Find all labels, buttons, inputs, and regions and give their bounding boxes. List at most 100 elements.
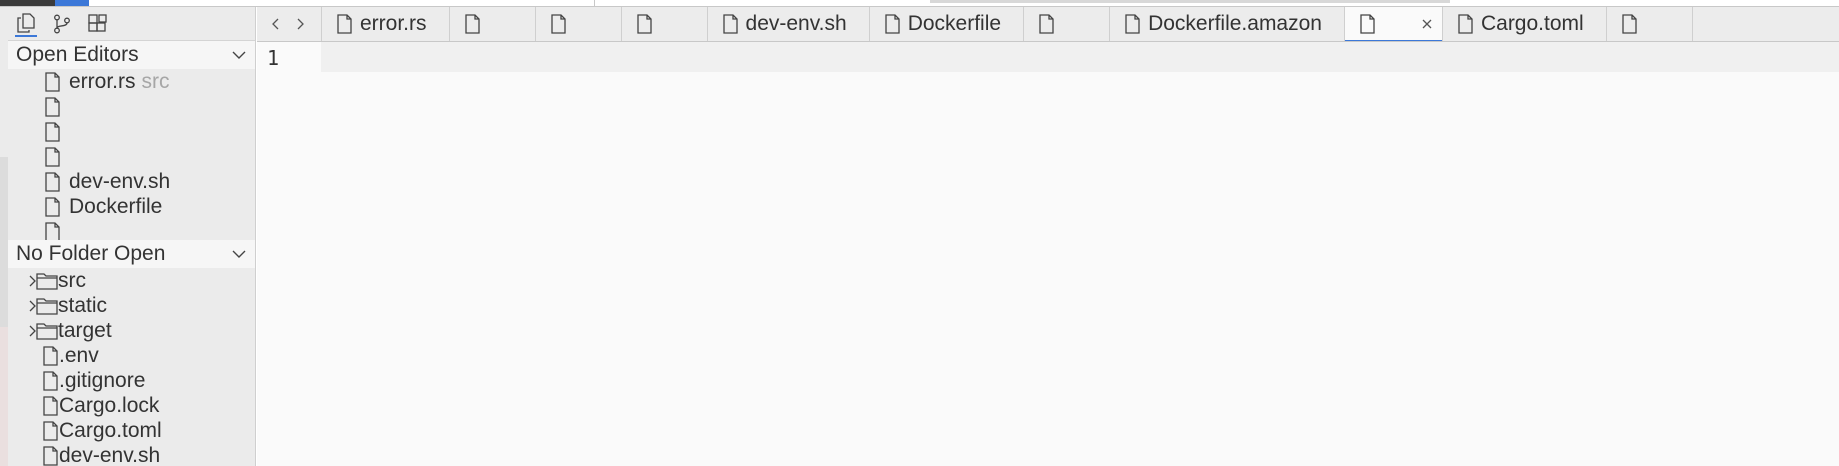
open-editor-item[interactable] [8, 144, 255, 169]
file-icon [45, 221, 60, 240]
tab-bar: error.rs dev-env.sh Dockerfile Dockerfil… [257, 7, 1839, 42]
tree-item-label: .env [59, 343, 99, 367]
tab-navigation [257, 7, 322, 41]
editor-area: error.rs dev-env.sh Dockerfile Dockerfil… [257, 7, 1839, 466]
file-icon [337, 14, 352, 34]
top-strip-separator [594, 0, 595, 6]
source-control-button[interactable] [51, 11, 73, 37]
open-editor-name: error.rs [69, 69, 136, 93]
tab-dockerfile-amazon[interactable]: Dockerfile.amazon [1110, 7, 1345, 41]
file-icon [1125, 14, 1140, 34]
explorer-icon [17, 12, 35, 33]
file-icon [636, 14, 652, 34]
tree-file-gitignore[interactable]: .gitignore [8, 368, 255, 393]
tab-untitled[interactable] [621, 7, 708, 41]
chevron-down-icon [232, 250, 246, 258]
open-editor-hint: src [141, 69, 170, 93]
open-editor-item[interactable]: dev-env.sh [8, 169, 255, 194]
current-line-highlight[interactable] [321, 42, 1839, 72]
file-icon [1458, 14, 1473, 34]
folder-section-header[interactable]: No Folder Open [8, 240, 255, 268]
open-editor-item[interactable] [8, 119, 255, 144]
tab-label: Dockerfile [907, 12, 1002, 35]
tab-untitled[interactable] [449, 7, 536, 41]
file-icon [1360, 14, 1375, 34]
chevron-left-icon[interactable] [269, 17, 283, 31]
tree-folder-static[interactable]: static [8, 293, 255, 318]
source-control-icon [54, 14, 70, 33]
file-icon [45, 171, 60, 192]
activity-bar [8, 7, 255, 41]
file-icon [45, 121, 60, 142]
file-icon [45, 146, 60, 167]
tree-file-dev-env[interactable]: dev-env.sh [8, 443, 255, 466]
top-strip-dark-segment [0, 0, 55, 6]
tree-item-label: Cargo.lock [59, 393, 160, 417]
open-editor-item[interactable]: Dockerfile [8, 194, 255, 219]
file-icon [1039, 14, 1054, 34]
file-icon [45, 71, 60, 92]
tree-item-label: Cargo.toml [59, 418, 162, 442]
file-icon [885, 14, 900, 34]
folder-section-title: No Folder Open [16, 242, 166, 265]
tab-dockerfile[interactable]: Dockerfile [869, 7, 1025, 41]
open-editors-list: error.rs src dev-env.sh Dockerfile [8, 69, 255, 240]
open-editor-item[interactable] [8, 219, 255, 240]
tab-active[interactable] [1344, 7, 1443, 41]
tree-item-label: dev-env.sh [59, 443, 161, 466]
open-editor-item[interactable]: error.rs src [8, 69, 255, 94]
file-icon [550, 14, 566, 34]
tab-untitled[interactable] [1606, 7, 1693, 41]
open-editor-name: dev-env.sh [69, 169, 171, 193]
line-number-gutter: 1 [257, 42, 321, 76]
folder-icon [36, 297, 58, 315]
code-editor[interactable]: 1 [257, 42, 1839, 466]
tree-folder-target[interactable]: target [8, 318, 255, 343]
tab-untitled[interactable] [535, 7, 622, 41]
file-icon [43, 395, 58, 416]
close-icon[interactable] [1420, 17, 1434, 31]
extensions-button[interactable] [87, 11, 109, 37]
tree-item-label: static [58, 293, 108, 317]
tab-label: error.rs [360, 12, 427, 35]
background-window-edge [0, 7, 8, 157]
tree-file-cargo-lock[interactable]: Cargo.lock [8, 393, 255, 418]
file-icon [43, 445, 58, 466]
tree-item-label: target [58, 318, 112, 342]
explorer-button[interactable] [15, 11, 37, 37]
tab-label: Cargo.toml [1480, 12, 1584, 35]
top-strip-accent-segment [55, 0, 89, 6]
chevron-down-icon [232, 51, 246, 59]
open-editor-item[interactable] [8, 94, 255, 119]
tab-cargo-toml[interactable]: Cargo.toml [1442, 7, 1607, 41]
tab-dev-env-sh[interactable]: dev-env.sh [707, 7, 870, 41]
tree-folder-src[interactable]: src [8, 268, 255, 293]
tab-label: Dockerfile.amazon [1148, 12, 1322, 35]
file-icon [722, 14, 738, 34]
window-top-strip [0, 0, 1839, 7]
file-icon [45, 196, 60, 217]
file-tree: src static target .env .gitignore Cargo.… [8, 268, 255, 466]
background-window-edge [0, 327, 8, 466]
background-window-edge [0, 157, 8, 327]
open-editors-header[interactable]: Open Editors [8, 41, 255, 69]
top-strip-scrollbar[interactable] [930, 0, 1450, 3]
file-icon [43, 345, 58, 366]
file-icon [43, 370, 58, 391]
file-icon [43, 420, 58, 441]
extensions-icon [88, 13, 107, 32]
folder-icon [36, 272, 58, 290]
tab-label: dev-env.sh [745, 12, 847, 35]
tree-file-env[interactable]: .env [8, 343, 255, 368]
file-icon [45, 96, 60, 117]
folder-icon [36, 322, 58, 340]
tab-untitled[interactable] [1024, 7, 1111, 41]
file-icon [1622, 14, 1637, 34]
tree-item-label: .gitignore [59, 368, 146, 392]
tree-file-cargo-toml[interactable]: Cargo.toml [8, 418, 255, 443]
tab-error-rs[interactable]: error.rs [322, 7, 450, 41]
open-editor-name: Dockerfile [69, 194, 163, 218]
line-number: 1 [267, 46, 280, 70]
chevron-right-icon[interactable] [293, 17, 307, 31]
file-icon [464, 14, 480, 34]
